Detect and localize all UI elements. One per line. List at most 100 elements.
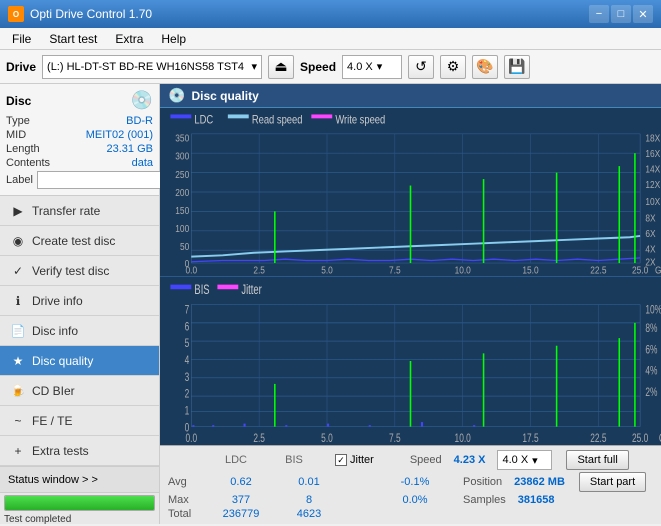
stats-header-row: LDC BIS ✓ Jitter Speed 4.23 X 4.0 X ▾ St…: [168, 450, 653, 470]
stats-total-row: Total 236779 4623: [168, 508, 653, 520]
samples-label: Samples: [463, 494, 506, 506]
charts-container: LDC Read speed Write speed: [160, 108, 661, 445]
svg-text:10.0: 10.0: [455, 433, 471, 445]
fe-te-icon: ~: [10, 413, 26, 429]
nav-fe-te[interactable]: ~ FE / TE: [0, 406, 159, 436]
svg-text:6: 6: [185, 321, 190, 334]
minimize-button[interactable]: −: [589, 5, 609, 23]
nav-cd-bier[interactable]: 🍺 CD BIer: [0, 376, 159, 406]
speed-select-stats[interactable]: 4.0 X ▾: [497, 450, 552, 470]
refresh-button[interactable]: ↺: [408, 55, 434, 79]
speed-select[interactable]: 4.0 X ▾: [342, 55, 402, 79]
status-text: Test completed: [0, 513, 159, 526]
svg-text:16X: 16X: [645, 147, 660, 159]
svg-text:17.5: 17.5: [522, 433, 538, 445]
app-title: Opti Drive Control 1.70: [30, 7, 152, 21]
start-part-button[interactable]: Start part: [579, 472, 646, 492]
stats-bis-header: BIS: [269, 454, 319, 466]
close-button[interactable]: ✕: [633, 5, 653, 23]
sidebar-bottom: Status window > > Test completed: [0, 466, 159, 526]
menu-help[interactable]: Help: [153, 30, 194, 48]
sidebar: Disc 💿 Type BD-R MID MEIT02 (001) Length…: [0, 84, 160, 524]
svg-text:12X: 12X: [645, 178, 660, 190]
svg-text:350: 350: [175, 132, 189, 144]
label-input[interactable]: [37, 171, 175, 189]
svg-text:3: 3: [185, 372, 190, 385]
avg-label: Avg: [168, 476, 203, 488]
stats-panel: LDC BIS ✓ Jitter Speed 4.23 X 4.0 X ▾ St…: [160, 445, 661, 524]
nav-disc-info[interactable]: 📄 Disc info: [0, 316, 159, 346]
svg-text:6%: 6%: [645, 344, 657, 357]
settings-button[interactable]: ⚙: [440, 55, 466, 79]
avg-ldc: 0.62: [211, 476, 271, 488]
ldc-chart: LDC Read speed Write speed: [160, 108, 661, 277]
disc-title: Disc: [6, 94, 31, 108]
svg-text:2.5: 2.5: [253, 433, 265, 445]
jitter-checkbox-group: ✓ Jitter: [335, 454, 374, 466]
disc-type-row: Type BD-R: [6, 115, 153, 127]
bis-chart: BIS Jitter: [160, 277, 661, 445]
svg-text:22.5: 22.5: [590, 264, 606, 276]
svg-text:22.5: 22.5: [590, 433, 606, 445]
nav-create-test-disc-label: Create test disc: [32, 234, 115, 248]
nav-transfer-rate[interactable]: ▶ Transfer rate: [0, 196, 159, 226]
stats-max-row: Max 377 8 0.0% Samples 381658: [168, 494, 653, 506]
disc-quality-icon: ★: [10, 353, 26, 369]
menu-start-test[interactable]: Start test: [41, 30, 105, 48]
drive-dropdown-icon: ▾: [252, 60, 258, 73]
svg-text:300: 300: [175, 150, 189, 162]
cd-bier-icon: 🍺: [10, 383, 26, 399]
status-window-button[interactable]: Status window > >: [0, 467, 159, 493]
nav-create-test-disc[interactable]: ◉ Create test disc: [0, 226, 159, 256]
toolbar: Drive (L:) HL-DT-ST BD-RE WH16NS58 TST4 …: [0, 50, 661, 84]
nav-extra-tests-label: Extra tests: [32, 444, 89, 458]
progress-bar-fill: [5, 496, 154, 510]
menu-file[interactable]: File: [4, 30, 39, 48]
speed-avg-value: 4.23 X: [454, 454, 486, 466]
svg-text:7.5: 7.5: [389, 433, 401, 445]
svg-text:Write speed: Write speed: [335, 114, 385, 127]
extra-tests-icon: +: [10, 443, 26, 459]
svg-text:150: 150: [175, 204, 189, 216]
start-full-button[interactable]: Start full: [566, 450, 628, 470]
nav-verify-test-disc[interactable]: ✓ Verify test disc: [0, 256, 159, 286]
nav-disc-quality[interactable]: ★ Disc quality: [0, 346, 159, 376]
eject-button[interactable]: ⏏: [268, 55, 294, 79]
disc-length-row: Length 23.31 GB: [6, 143, 153, 155]
skin-button[interactable]: 🎨: [472, 55, 498, 79]
svg-text:2: 2: [185, 388, 190, 401]
create-test-disc-icon: ◉: [10, 233, 26, 249]
type-value: BD-R: [126, 115, 153, 127]
svg-text:1: 1: [185, 405, 190, 418]
disc-quality-title: Disc quality: [191, 89, 258, 103]
verify-test-disc-icon: ✓: [10, 263, 26, 279]
samples-value: 381658: [518, 494, 555, 506]
mid-label: MID: [6, 129, 26, 141]
disc-eject-icon[interactable]: 💿: [131, 90, 153, 111]
svg-text:100: 100: [175, 222, 189, 234]
type-label: Type: [6, 115, 30, 127]
jitter-checkbox[interactable]: ✓: [335, 454, 347, 466]
maximize-button[interactable]: □: [611, 5, 631, 23]
label-key: Label: [6, 174, 33, 186]
save-button[interactable]: 💾: [504, 55, 530, 79]
max-jitter: 0.0%: [385, 494, 445, 506]
total-ldc: 236779: [211, 508, 271, 520]
svg-text:4X: 4X: [645, 243, 656, 255]
speed-dropdown-icon: ▾: [377, 60, 383, 73]
nav-extra-tests[interactable]: + Extra tests: [0, 436, 159, 466]
svg-text:2.5: 2.5: [253, 264, 265, 276]
drive-value: (L:) HL-DT-ST BD-RE WH16NS58 TST4: [47, 61, 244, 73]
svg-text:Jitter: Jitter: [241, 282, 261, 297]
drive-select[interactable]: (L:) HL-DT-ST BD-RE WH16NS58 TST4 ▾: [42, 55, 262, 79]
total-label: Total: [168, 508, 203, 520]
length-value: 23.31 GB: [107, 143, 153, 155]
title-bar: O Opti Drive Control 1.70 − □ ✕: [0, 0, 661, 28]
svg-text:2%: 2%: [645, 387, 657, 400]
nav-drive-info[interactable]: ℹ Drive info: [0, 286, 159, 316]
nav-disc-info-label: Disc info: [32, 324, 78, 338]
nav-transfer-rate-label: Transfer rate: [32, 204, 100, 218]
menu-extra[interactable]: Extra: [107, 30, 151, 48]
total-bis: 4623: [279, 508, 339, 520]
speed-dropdown-stats-icon: ▾: [532, 454, 538, 467]
